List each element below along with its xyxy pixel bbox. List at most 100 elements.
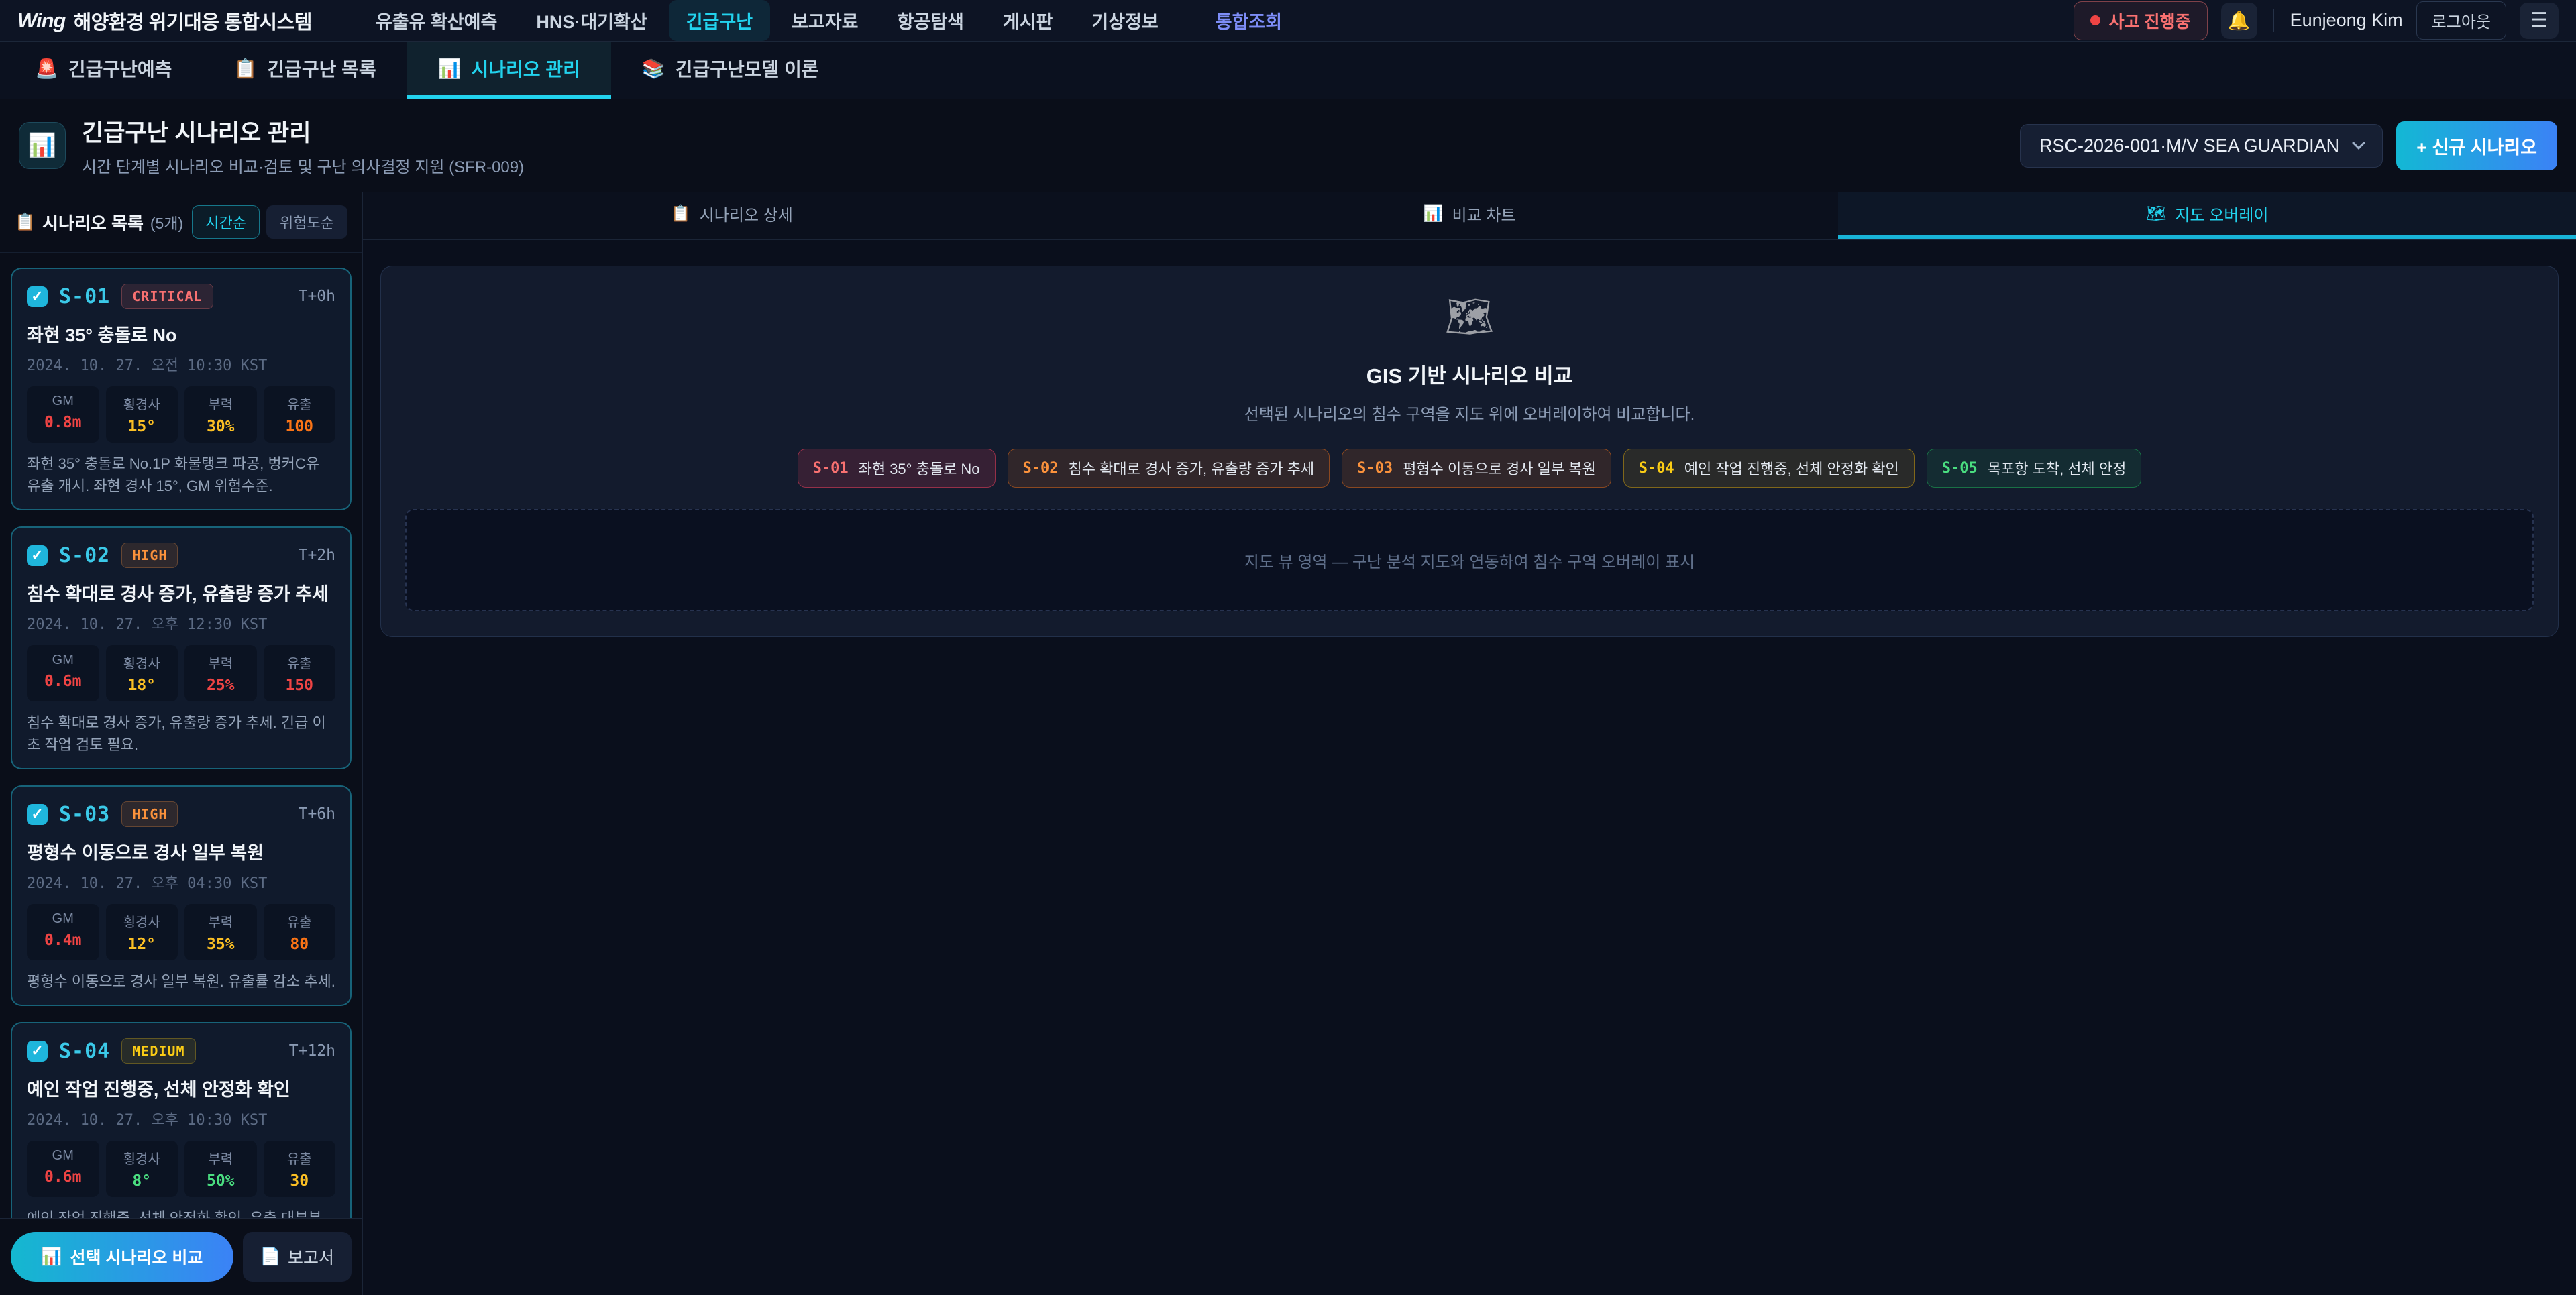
metric-buoyancy: 부력 50% [184,1141,257,1197]
tab-comparison-chart[interactable]: 📊 비교 차트 [1101,192,1839,239]
menu-button[interactable]: ☰ [2520,3,2559,39]
hamburger-icon: ☰ [2530,9,2548,32]
tab-label: 지도 오버레이 [2175,202,2268,225]
tab-scenario-detail[interactable]: 📋 시나리오 상세 [363,192,1101,239]
metric-value: 35% [189,936,253,953]
scenario-chip-row: S-01 좌현 35° 충돌로 No S-02 침수 확대로 경사 증가, 유출… [405,449,2534,488]
bar-chart-icon: 📊 [41,1247,62,1267]
metric-label: 부력 [189,653,253,672]
scenario-description: 예인 작업 진행중, 선체 안정화 확인. 유출 대부분 차단. [27,1207,335,1218]
scenario-chip[interactable]: S-03 평형수 이동으로 경사 일부 복원 [1342,449,1611,488]
scenario-chip[interactable]: S-02 침수 확대로 경사 증가, 유출량 증가 추세 [1008,449,1330,488]
scenario-chip[interactable]: S-04 예인 작업 진행중, 선체 안정화 확인 [1623,449,1915,488]
scenario-chip-label: 평형수 이동으로 경사 일부 복원 [1403,457,1596,479]
metric-buoyancy: 부력 25% [184,645,257,701]
scenario-chip-label: 예인 작업 진행중, 선체 안정화 확인 [1684,457,1899,479]
incident-dot-icon [2090,15,2100,25]
metric-value: 0.8m [31,414,95,431]
nav-item-integrated-search[interactable]: 통합조회 [1198,0,1299,41]
metric-value: 50% [189,1172,253,1190]
metric-value: 0.4m [31,932,95,949]
page-title: 긴급구난 시나리오 관리 [82,114,524,148]
clipboard-icon: 📋 [671,204,691,223]
document-icon: 📄 [260,1247,281,1267]
bar-chart-icon: 📊 [1424,204,1444,223]
time-offset: T+0h [299,288,335,305]
bar-chart-icon: 📊 [438,58,462,80]
brand-logo-mark: Wing [17,9,65,33]
scenario-chip-label: 좌현 35° 충돌로 No [859,457,980,479]
metric-value: 12° [110,936,174,953]
metric-label: 부력 [189,911,253,931]
metric-label: 횡경사 [110,1148,174,1168]
case-select-value: RSC-2026-001·M/V SEA GUARDIAN [2039,135,2339,156]
metric-gm: GM 0.6m [27,1141,99,1197]
scenario-card[interactable]: ✓ S-01 CRITICAL T+0h 좌현 35° 충돌로 No 2024.… [11,268,352,510]
page-header: 📊 긴급구난 시나리오 관리 시간 단계별 시나리오 비교·검토 및 구난 의사… [0,99,2576,192]
check-icon: ✓ [31,288,43,305]
nav-item-emergency-rescue[interactable]: 긴급구난 [669,0,770,41]
metric-value: 15° [110,418,174,435]
sort-buttons: 시간순 위험도순 [192,205,347,239]
metric-label: GM [31,653,95,668]
tab-rescue-list[interactable]: 📋 긴급구난 목록 [203,42,407,99]
metric-value: 18° [110,677,174,694]
sidebar-header: 📋 시나리오 목록 (5개) 시간순 위험도순 [0,192,362,253]
incident-status-badge: 사고 진행중 [2074,1,2208,40]
metric-value: 25% [189,677,253,694]
tab-map-overlay[interactable]: 🗺 지도 오버레이 [1838,192,2576,239]
tab-scenario-management[interactable]: 📊 시나리오 관리 [407,42,611,99]
tab-rescue-forecast[interactable]: 🚨 긴급구난예측 [4,42,203,99]
case-select-dropdown[interactable]: RSC-2026-001·M/V SEA GUARDIAN [2020,124,2383,168]
metric-value: 30 [268,1172,332,1190]
metric-value: 0.6m [31,673,95,690]
nav-item-reports[interactable]: 보고자료 [774,0,875,41]
nav-item-board[interactable]: 게시판 [985,0,1071,41]
metric-gm: GM 0.6m [27,645,99,701]
tab-label: 시나리오 관리 [472,55,580,82]
nav-item-weather[interactable]: 기상정보 [1074,0,1175,41]
scenario-datetime: 2024. 10. 27. 오후 12:30 KST [27,612,335,634]
scenario-title: 예인 작업 진행중, 선체 안정화 확인 [27,1075,335,1101]
brand-logo: Wing 해양환경 위기대응 통합시스템 [17,7,312,35]
map-view-placeholder: 지도 뷰 영역 — 구난 분석 지도와 연동하여 침수 구역 오버레이 표시 [405,509,2534,611]
scenario-checkbox[interactable]: ✓ [27,1041,48,1062]
metric-value: 150 [268,677,332,694]
metric-heel: 횡경사 8° [106,1141,178,1197]
sort-by-time-button[interactable]: 시간순 [192,205,260,239]
sort-by-risk-button[interactable]: 위험도순 [266,205,347,239]
scenario-checkbox[interactable]: ✓ [27,286,48,307]
header-actions: RSC-2026-001·M/V SEA GUARDIAN + 신규 시나리오 [2020,121,2557,170]
books-icon: 📚 [642,58,665,80]
nav-item-hns[interactable]: HNS·대기확산 [519,0,664,41]
world-map-icon: 🗺 [2146,204,2166,223]
metric-label: 유출 [268,653,332,672]
report-button[interactable]: 📄 보고서 [243,1232,352,1282]
scenario-card[interactable]: ✓ S-02 HIGH T+2h 침수 확대로 경사 증가, 유출량 증가 추세… [11,526,352,769]
bar-chart-icon: 📊 [28,132,56,159]
scenario-card[interactable]: ✓ S-03 HIGH T+6h 평형수 이동으로 경사 일부 복원 2024.… [11,785,352,1006]
page-subtitle: 시간 단계별 시나리오 비교·검토 및 구난 의사결정 지원 (SFR-009) [82,154,524,177]
scenario-checkbox[interactable]: ✓ [27,804,48,825]
clipboard-icon: 📋 [233,58,257,80]
tab-rescue-model-theory[interactable]: 📚 긴급구난모델 이론 [611,42,850,99]
metric-heel: 횡경사 18° [106,645,178,701]
scenario-card[interactable]: ✓ S-04 MEDIUM T+12h 예인 작업 진행중, 선체 안정화 확인… [11,1022,352,1218]
scenario-chip[interactable]: S-05 목포항 도착, 선체 안정 [1927,449,2142,488]
page-title-block: 긴급구난 시나리오 관리 시간 단계별 시나리오 비교·검토 및 구난 의사결정… [82,114,524,177]
scenario-card-header: ✓ S-01 CRITICAL T+0h [27,284,335,309]
report-button-label: 보고서 [288,1245,334,1269]
scenario-id: S-02 [59,544,110,567]
notifications-button[interactable]: 🔔 [2221,3,2257,39]
metrics-row: GM 0.8m 횡경사 15° 부력 30% 유출 100 [27,386,335,443]
scenario-list: ✓ S-01 CRITICAL T+0h 좌현 35° 충돌로 No 2024.… [0,253,362,1218]
metric-spill: 유출 30 [264,1141,336,1197]
nav-item-aerial-search[interactable]: 항공탐색 [879,0,981,41]
compare-scenarios-button[interactable]: 📊 선택 시나리오 비교 [11,1232,233,1282]
scenario-checkbox[interactable]: ✓ [27,545,48,566]
scenario-chip[interactable]: S-01 좌현 35° 충돌로 No [798,449,996,488]
logout-button[interactable]: 로그아웃 [2416,1,2506,40]
new-scenario-button[interactable]: + 신규 시나리오 [2396,121,2557,170]
nav-item-oil-spill[interactable]: 유출유 확산예측 [358,0,515,41]
metric-label: GM [31,1148,95,1164]
